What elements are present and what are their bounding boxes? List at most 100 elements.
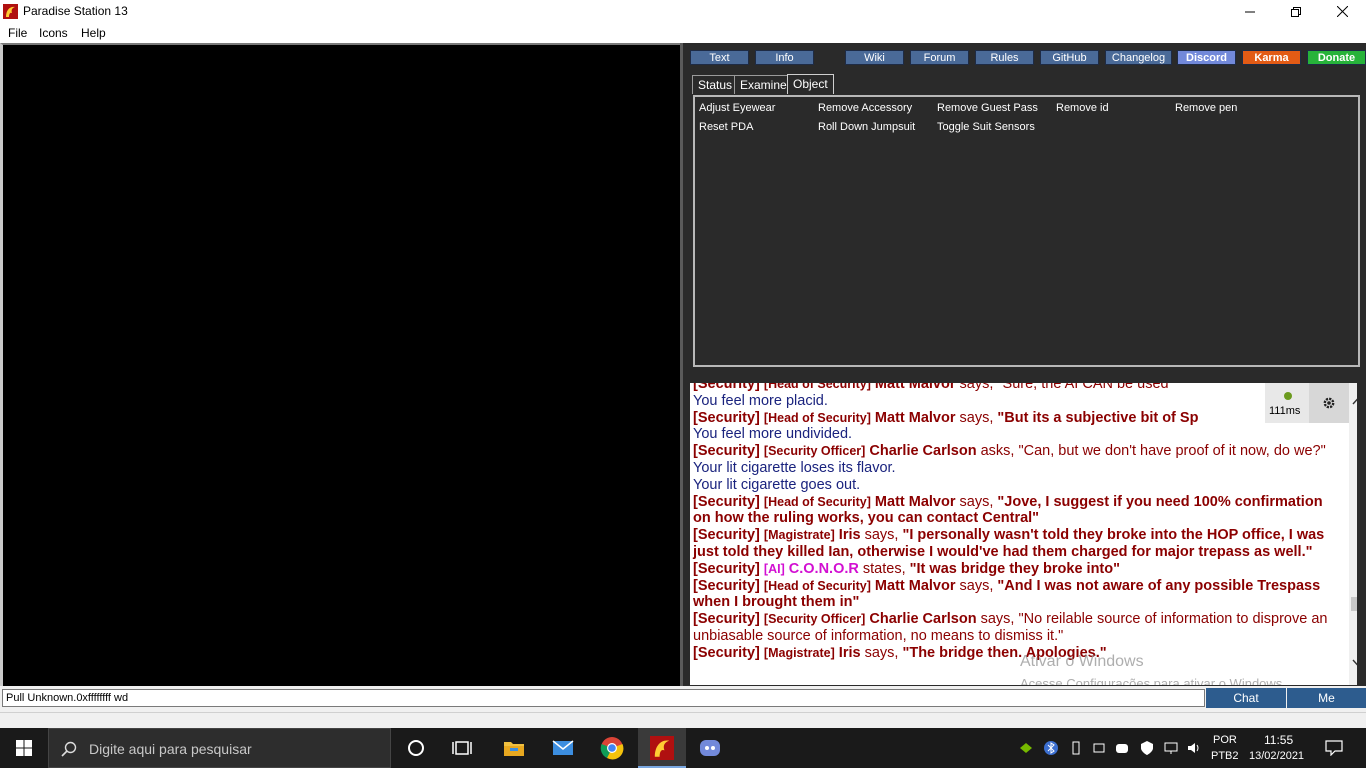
chat-speaker-name[interactable]: Charlie Carlson <box>869 443 976 459</box>
wiki-button[interactable]: Wiki <box>845 50 904 65</box>
chat-speech-verb: says, <box>864 644 899 661</box>
shield-tray-icon[interactable] <box>1139 740 1155 756</box>
map-viewport[interactable] <box>0 43 680 686</box>
chat-line: [Security] [Head of Security] Matt Malvo… <box>693 578 1333 612</box>
nvidia-tray-icon[interactable] <box>1018 740 1034 756</box>
notification-icon[interactable] <box>1325 740 1343 756</box>
close-button[interactable] <box>1319 0 1365 23</box>
network-tray-icon[interactable] <box>1163 740 1179 756</box>
chat-line: [Security] [Security Officer] Charlie Ca… <box>693 611 1333 645</box>
discord-button[interactable]: Discord <box>1177 50 1236 65</box>
changelog-button[interactable]: Changelog <box>1105 50 1172 65</box>
chat-lines: [Security] [Head of Security] Matt Malvo… <box>693 383 1333 662</box>
chat-speaker-name[interactable]: Matt Malvor <box>875 578 956 594</box>
chat-role-tag: [Head of Security] <box>763 578 871 593</box>
github-button[interactable]: GitHub <box>1040 50 1099 65</box>
menu-bar: File Icons Help <box>0 23 1366 43</box>
chat-speaker-name[interactable]: Matt Malvor <box>875 494 956 510</box>
discord-tray-icon[interactable] <box>1114 740 1130 756</box>
status-bar-text: Pull Unknown.0xffffffff wd <box>2 689 1205 707</box>
tab-object[interactable]: Object <box>787 74 834 94</box>
chat-settings-button[interactable] <box>1309 383 1349 423</box>
gear-icon <box>1323 397 1335 409</box>
chat-message-text: Your lit cigarette goes out. <box>693 476 861 493</box>
chat-scroll-thumb[interactable] <box>1351 597 1357 611</box>
chat-line: [Security] [AI] C.O.N.O.R states, "It wa… <box>693 561 1333 578</box>
ping-dot-icon <box>1284 392 1292 400</box>
ping-value: 111ms <box>1269 405 1301 417</box>
verb-remove-accessory[interactable]: Remove Accessory <box>818 102 912 114</box>
clock-time[interactable]: 11:55 <box>1264 733 1293 747</box>
verb-remove-pen[interactable]: Remove pen <box>1175 102 1237 114</box>
menu-help[interactable]: Help <box>81 26 106 40</box>
tab-status[interactable]: Status <box>692 75 739 94</box>
chat-message-text: Your lit cigarette loses its flavor. <box>693 459 896 476</box>
text-button[interactable]: Text <box>690 50 749 65</box>
cortana-icon[interactable] <box>404 736 428 760</box>
ping-indicator: 111ms <box>1265 383 1309 423</box>
chat-channel-tag: [Security] <box>693 560 760 577</box>
windows-taskbar: Digite aqui para pesquisar POR PTB2 11:5… <box>0 728 1366 768</box>
chat-speaker-name[interactable]: Charlie Carlson <box>869 611 976 627</box>
search-icon <box>61 741 77 757</box>
chat-channel-tag: [Security] <box>693 527 760 544</box>
info-button[interactable]: Info <box>755 50 814 65</box>
paradise-taskbar-button[interactable] <box>638 728 686 768</box>
volume-tray-icon[interactable] <box>1186 740 1202 756</box>
chat-output[interactable]: [Security] [Head of Security] Matt Malvo… <box>690 383 1357 685</box>
title-bar: Paradise Station 13 <box>0 0 1366 23</box>
chat-message-text: You feel more placid. <box>693 392 828 409</box>
chrome-icon[interactable] <box>600 736 624 760</box>
chat-channel-tag: [Security] <box>693 577 760 594</box>
chat-speech-verb: says, <box>959 383 994 392</box>
taskbar-search[interactable]: Digite aqui para pesquisar <box>48 728 391 768</box>
language-code[interactable]: POR <box>1213 734 1237 746</box>
start-button[interactable] <box>0 728 48 768</box>
chat-quote: "Sure, the AI CAN be used <box>997 383 1169 392</box>
chat-speaker-name[interactable]: C.O.N.O.R <box>789 561 859 577</box>
chat-speaker-name[interactable]: Iris <box>839 527 861 543</box>
chat-line: [Security] [Head of Security] Matt Malvo… <box>693 410 1333 427</box>
chat-speaker-name[interactable]: Matt Malvor <box>875 410 956 426</box>
verb-reset-pda[interactable]: Reset PDA <box>699 121 753 133</box>
keyboard-layout[interactable]: PTB2 <box>1211 750 1239 762</box>
forum-button[interactable]: Forum <box>910 50 969 65</box>
chat-scrollbar[interactable] <box>1349 383 1357 685</box>
rules-button[interactable]: Rules <box>975 50 1034 65</box>
discord-app-icon[interactable] <box>698 736 722 760</box>
menu-file[interactable]: File <box>8 26 27 40</box>
device-tray-icon[interactable] <box>1091 740 1107 756</box>
minimize-button[interactable] <box>1227 0 1273 23</box>
me-button[interactable]: Me <box>1287 688 1366 708</box>
right-panel: Text Info Wiki Forum Rules GitHub Change… <box>680 43 1366 686</box>
chat-button[interactable]: Chat <box>1206 688 1286 708</box>
input-bar[interactable] <box>0 712 1366 728</box>
chat-line: [Security] [Security Officer] Charlie Ca… <box>693 443 1333 460</box>
donate-button[interactable]: Donate <box>1307 50 1366 65</box>
chat-speaker-name[interactable]: Iris <box>839 645 861 661</box>
chat-channel-tag: [Security] <box>693 644 760 661</box>
chat-line: [Security] [Head of Security] Matt Malvo… <box>693 494 1333 528</box>
verb-toggle-suit-sensors[interactable]: Toggle Suit Sensors <box>937 121 1035 133</box>
menu-icons[interactable]: Icons <box>39 26 68 40</box>
chat-message-text: You feel more undivided. <box>693 426 853 443</box>
tab-examine[interactable]: Examine <box>734 75 793 94</box>
chat-line: Your lit cigarette loses its flavor. <box>693 460 1333 477</box>
chat-quote: "Can, but we don't have proof of it now,… <box>1018 443 1326 460</box>
chat-role-tag: [Magistrate] <box>763 528 835 543</box>
restore-button[interactable] <box>1273 0 1319 23</box>
bluetooth-tray-icon[interactable] <box>1043 740 1059 756</box>
clock-date[interactable]: 13/02/2021 <box>1249 750 1304 762</box>
mail-icon[interactable] <box>551 736 575 760</box>
verb-remove-guest-pass[interactable]: Remove Guest Pass <box>937 102 1038 114</box>
verb-roll-down-jumpsuit[interactable]: Roll Down Jumpsuit <box>818 121 915 133</box>
chat-role-tag: [Head of Security] <box>763 383 871 391</box>
task-view-icon[interactable] <box>452 736 476 760</box>
file-explorer-icon[interactable] <box>502 736 526 760</box>
chat-speaker-name[interactable]: Matt Malvor <box>875 383 956 392</box>
chat-speech-verb: says, <box>959 493 994 510</box>
verb-adjust-eyewear[interactable]: Adjust Eyewear <box>699 102 775 114</box>
usb-tray-icon[interactable] <box>1068 740 1084 756</box>
karma-button[interactable]: Karma <box>1242 50 1301 65</box>
verb-remove-id[interactable]: Remove id <box>1056 102 1109 114</box>
